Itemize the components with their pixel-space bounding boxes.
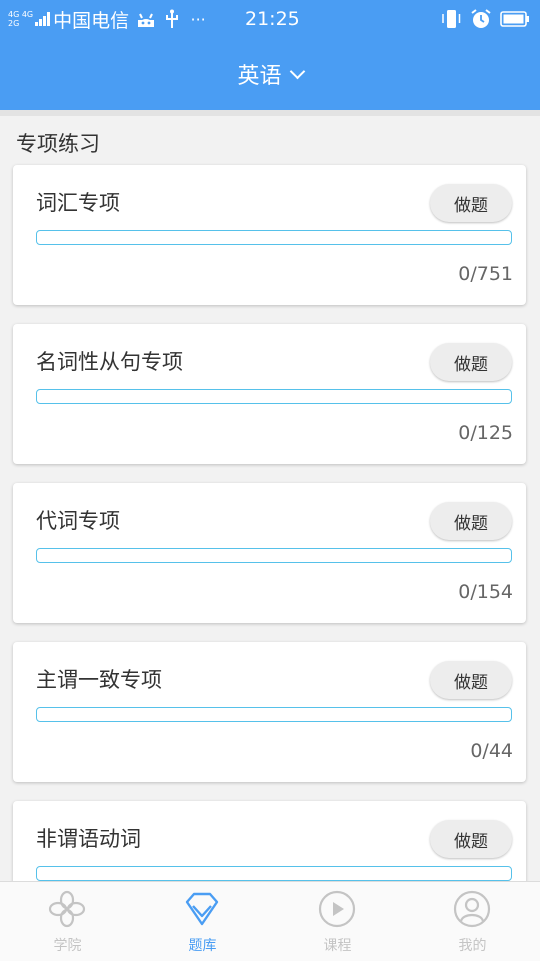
status-left: 4G 4G 2G 中国电信 ···	[8, 6, 213, 32]
progress-count: 0/125	[458, 422, 513, 444]
do-questions-button[interactable]: 做题	[430, 661, 512, 699]
app-header: 4G 4G 2G 中国电信 ··· 21:25 英语	[0, 0, 540, 110]
practice-card-vocabulary: 词汇专项 做题 0/751	[13, 165, 526, 305]
subject-selector[interactable]: 英语	[0, 58, 540, 90]
practice-card-noun-clause: 名词性从句专项 做题 0/125	[13, 324, 526, 464]
usb-icon	[161, 9, 183, 29]
progress-bar	[36, 548, 512, 563]
signal-icon	[35, 12, 51, 26]
network-type-top: 4G 4G	[8, 10, 34, 19]
progress-bar	[36, 230, 512, 245]
more-status-icon: ···	[190, 9, 206, 29]
progress-count: 0/154	[458, 581, 513, 603]
vibrate-icon	[440, 9, 462, 33]
progress-bar	[36, 707, 512, 722]
progress-count: 0/751	[458, 263, 513, 285]
tab-label: 课程	[323, 938, 352, 954]
play-icon	[318, 890, 356, 928]
progress-bar	[36, 389, 512, 404]
do-questions-button[interactable]: 做题	[430, 184, 512, 222]
carrier-name: 中国电信	[53, 9, 130, 32]
progress-bar	[36, 866, 512, 881]
main-content[interactable]: 专项练习 词汇专项 做题 0/751 名词性从句专项 做题 0/125 代词专项…	[0, 110, 540, 881]
card-title: 词汇专项	[36, 191, 120, 215]
page-title: 英语	[237, 64, 282, 89]
status-right	[440, 8, 530, 34]
status-time: 21:25	[245, 8, 300, 30]
question-bank-icon	[185, 892, 219, 926]
tab-question-bank[interactable]: 题库	[135, 882, 270, 961]
android-icon	[135, 9, 157, 29]
tab-course[interactable]: 课程	[270, 882, 405, 961]
section-title: 专项练习	[16, 132, 100, 156]
tab-mine[interactable]: 我的	[405, 882, 540, 961]
bottom-tab-bar: 学院 题库 课程 我的	[0, 881, 540, 961]
do-questions-button[interactable]: 做题	[430, 820, 512, 858]
college-icon	[48, 890, 86, 928]
card-title: 代词专项	[36, 509, 120, 533]
progress-count: 0/44	[470, 740, 513, 762]
card-title: 非谓语动词	[36, 827, 141, 851]
tab-label: 我的	[458, 938, 487, 954]
do-questions-button[interactable]: 做题	[430, 502, 512, 540]
tab-college[interactable]: 学院	[0, 882, 135, 961]
network-type-bottom: 2G	[8, 19, 20, 28]
profile-icon	[453, 890, 491, 928]
tab-label: 学院	[53, 938, 82, 954]
practice-card-pronoun: 代词专项 做题 0/154	[13, 483, 526, 623]
battery-icon	[500, 10, 530, 32]
tab-label: 题库	[188, 938, 217, 954]
chevron-down-icon	[289, 63, 305, 79]
card-title: 名词性从句专项	[36, 350, 183, 374]
status-bar: 4G 4G 2G 中国电信 ··· 21:25	[0, 0, 540, 40]
practice-card-nonfinite-verb: 非谓语动词 做题	[13, 801, 526, 881]
alarm-icon	[470, 8, 492, 34]
card-title: 主谓一致专项	[36, 668, 162, 692]
practice-card-subject-verb: 主谓一致专项 做题 0/44	[13, 642, 526, 782]
do-questions-button[interactable]: 做题	[430, 343, 512, 381]
network-type: 4G 4G 2G	[8, 10, 33, 28]
